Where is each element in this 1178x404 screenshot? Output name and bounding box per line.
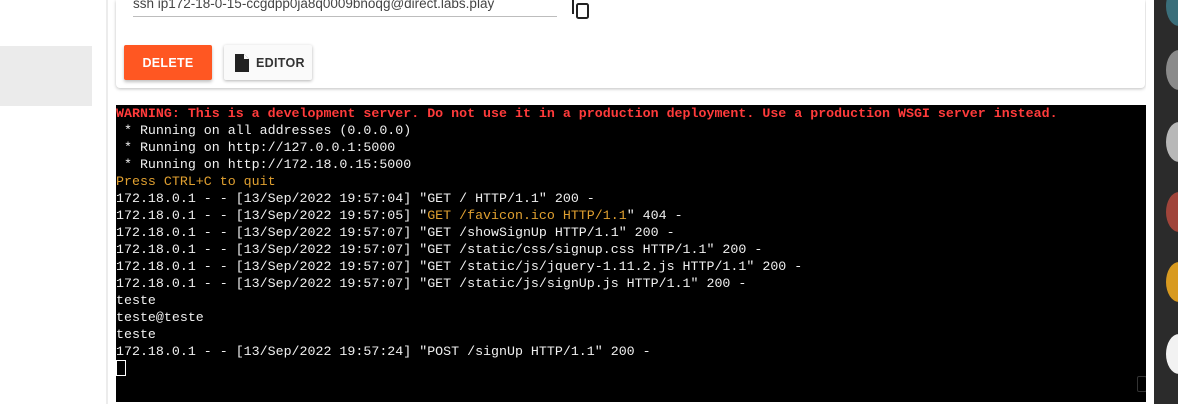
log-request: GET /favicon.ico HTTP/1.1 [427, 208, 627, 223]
log-prefix: 172.18.0.1 - - [13/Sep/2022 19:57:05] " [116, 208, 428, 223]
right-gutter [1146, 0, 1154, 404]
editor-button-label: EDITOR [256, 55, 305, 70]
terminal-line: * Running on http://172.18.0.15:5000 [116, 157, 412, 172]
file-icon [234, 53, 250, 73]
left-panel [0, 0, 106, 404]
terminal-line: 172.18.0.1 - - [13/Sep/2022 19:57:05] "G… [116, 207, 1146, 224]
terminal-line: 172.18.0.1 - - [13/Sep/2022 19:57:07] "G… [116, 259, 803, 274]
terminal-cursor [116, 360, 126, 377]
left-nav-item[interactable] [0, 46, 92, 106]
editor-button[interactable]: EDITOR [224, 45, 312, 80]
terminal[interactable]: WARNING: This is a development server. D… [116, 105, 1146, 402]
terminal-line: 172.18.0.1 - - [13/Sep/2022 19:57:07] "G… [116, 242, 763, 257]
terminal-line: teste@teste [116, 310, 204, 325]
terminal-line: teste [116, 327, 156, 342]
delete-button[interactable]: DELETE [124, 45, 212, 80]
terminal-prompt-line [116, 360, 1146, 377]
panel-divider [106, 0, 108, 404]
terminal-line: 172.18.0.1 - - [13/Sep/2022 19:57:07] "G… [116, 225, 675, 240]
terminal-line: Press CTRL+C to quit [116, 174, 276, 189]
terminal-line: 172.18.0.1 - - [13/Sep/2022 19:57:04] "G… [116, 191, 595, 206]
terminal-line: * Running on http://127.0.0.1:5000 [116, 140, 396, 155]
terminal-line: 172.18.0.1 - - [13/Sep/2022 19:57:24] "P… [116, 344, 651, 359]
terminal-line: teste [116, 293, 156, 308]
log-suffix: " 404 - [626, 208, 683, 223]
copy-icon[interactable] [570, 0, 592, 20]
terminal-line: * Running on all addresses (0.0.0.0) [116, 123, 412, 138]
ssh-command-field[interactable]: ssh ip172-18-0-15-ccgdpp0ja8q0009bnoqg@d… [133, 0, 557, 17]
terminal-line: 172.18.0.1 - - [13/Sep/2022 19:57:07] "G… [116, 276, 747, 291]
terminal-warning: WARNING: This is a development server. D… [116, 106, 1058, 121]
